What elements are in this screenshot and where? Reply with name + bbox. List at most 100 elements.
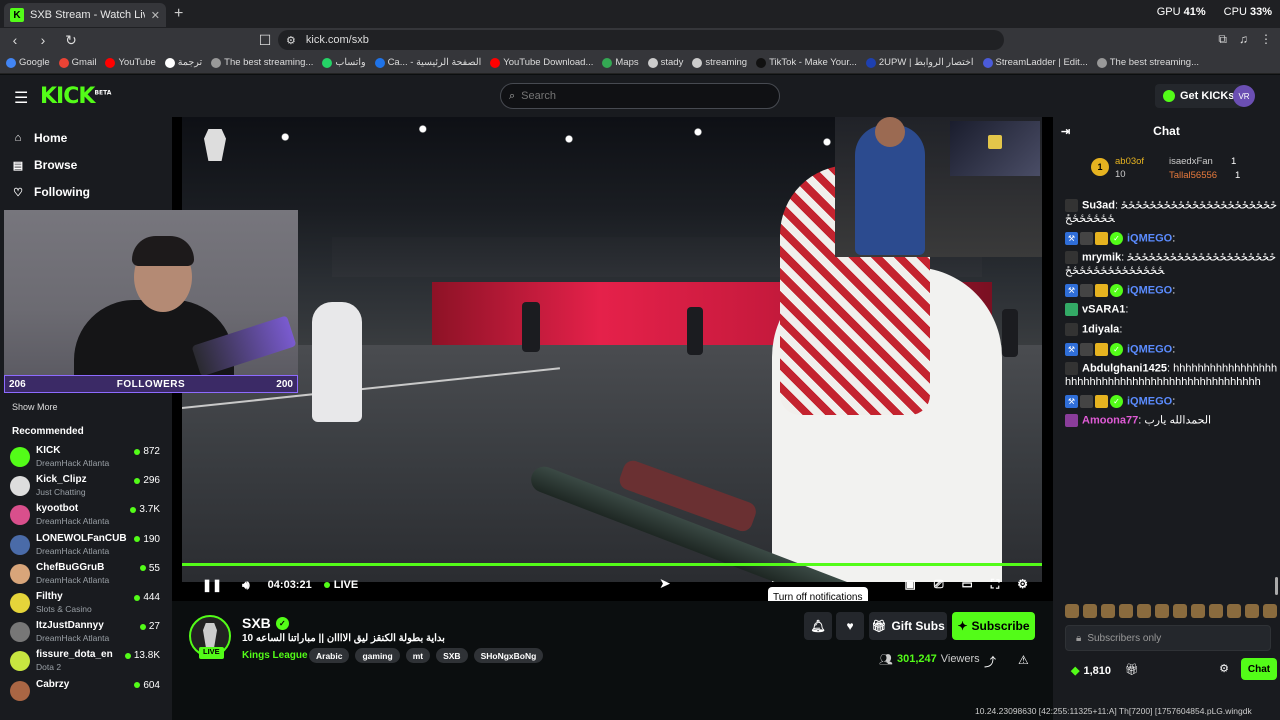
stream-video-frame[interactable] [182,117,1042,582]
chat-send-button[interactable]: Chat [1241,658,1277,680]
close-tab-icon[interactable]: ✕ [151,9,160,22]
clip-icon[interactable]: ⎚ [934,577,944,592]
emote-icon[interactable] [1245,604,1259,618]
gift-subs-button[interactable]: 🎁︎ Gift Subs [869,612,947,640]
recommended-channel[interactable]: fissure_dota_en Dota 2 13.8K [10,649,162,677]
get-kicks-button[interactable]: Get KICKs [1155,84,1243,108]
back-icon[interactable]: ‹ [8,32,22,48]
emote-icon[interactable] [1083,604,1097,618]
recommended-channel[interactable]: Kick_Clipz Just Chatting 296 [10,474,162,502]
channel-name[interactable]: SXB [242,615,271,631]
user-avatar[interactable]: VR [1233,85,1255,107]
emote-icon[interactable] [1173,604,1187,618]
site-info-icon[interactable]: ⚙ [286,34,296,47]
media-icon[interactable]: ♫ [1239,32,1248,47]
chat-messages[interactable]: Su3ad: ځځځځځځځځځځځځځځځځځځځځځځځځځځځځځ ⚒ ✓ iQ… [1053,199,1280,619]
top-gifter-name[interactable]: ab03of [1115,156,1144,167]
fullscreen-icon[interactable]: ⛶ [991,577,999,592]
sidebar-item-browse[interactable]: ▤ Browse [12,158,78,172]
bookmark-item[interactable]: 2UPW | اختصار الروابط [865,57,974,68]
bookmark-item[interactable]: Maps [602,57,639,68]
reload-icon[interactable]: ↻ [64,32,78,49]
search-box[interactable]: ⌕ [500,83,780,109]
stream-tag[interactable]: mt [405,648,431,663]
bookmark-icon[interactable]: ☐ [258,32,272,49]
emote-icon[interactable] [1191,604,1205,618]
stream-category[interactable]: Kings League [242,650,308,661]
gifter-3-name[interactable]: Tallal56556 [1169,170,1217,181]
chat-username[interactable]: Amoona77 [1082,415,1138,427]
kick-logo[interactable]: KICKBETA [40,84,111,109]
bookmark-item[interactable]: The best streaming... [211,57,313,68]
video-player[interactable]: ❚❚ 🔊︎ 04:03:21 LIVE ▣ ⎚ ▭ ⛶ ⚙ [172,117,1053,601]
chat-username[interactable]: iQMEGO [1127,232,1172,244]
search-input[interactable] [521,90,742,102]
follow-heart-button[interactable]: ♥ [836,612,864,640]
volume-icon[interactable]: 🔊︎ [242,578,250,593]
notification-bell-button[interactable]: 🔔︎ [804,612,832,640]
subscribe-button[interactable]: ✦ Subscribe [952,612,1035,640]
emote-icon[interactable] [1101,604,1115,618]
recommended-channel[interactable]: LONEWOLFanCUB DreamHack Atlanta 190 [10,533,162,561]
bookmark-item[interactable]: YouTube [105,57,156,68]
chat-username[interactable]: Abdulghani1425 [1082,363,1167,375]
stream-tag[interactable]: SHoNgxBoNg [473,648,544,663]
bookmark-item[interactable]: واتساب [322,57,366,68]
chat-username[interactable]: Su3ad [1082,200,1115,212]
chat-settings-icon[interactable]: ⚙ [1219,662,1229,675]
stream-tag[interactable]: Arabic [309,648,350,663]
chat-username[interactable]: vSARA1 [1082,304,1125,316]
emote-icon[interactable] [1263,604,1277,618]
chat-username[interactable]: iQMEGO [1127,343,1172,355]
recommended-channel[interactable]: Filthy Slots & Casino 444 [10,591,162,619]
collapse-chat-icon[interactable]: ⇥ [1061,125,1070,138]
forward-icon[interactable]: › [36,32,50,48]
chat-username[interactable]: 1diyala [1082,324,1119,336]
emote-icon[interactable] [1209,604,1223,618]
gift-icon[interactable]: 🎁︎ [1125,663,1139,676]
recommended-channel[interactable]: ChefBuGGruB DreamHack Atlanta 55 [10,562,162,590]
recommended-channel[interactable]: Cabrzy 604 [10,679,162,707]
channel-points[interactable]: ◆ 1,810 [1071,664,1111,678]
chat-username[interactable]: iQMEGO [1127,284,1172,296]
bookmark-item[interactable]: YouTube Download... [490,57,593,68]
report-icon[interactable]: ⚠ [1018,653,1029,670]
chat-username[interactable]: iQMEGO [1127,395,1172,407]
bookmark-item[interactable]: stady [647,57,683,68]
menu-icon[interactable]: ⋮ [1260,32,1272,47]
extensions-icon[interactable]: ⧉ [1218,32,1227,47]
sidebar-item-following[interactable]: ♡ Following [12,185,90,199]
show-more-link[interactable]: Show More [12,402,58,412]
address-bar[interactable]: ⚙ kick.com/sxb [278,30,1004,50]
stream-tag[interactable]: gaming [355,648,400,663]
emote-icon[interactable] [1119,604,1133,618]
chat-username[interactable]: mrymik [1082,252,1121,264]
bookmark-item[interactable]: Ca... - الصفحة الرئيسية [374,57,481,68]
recommended-channel[interactable]: kyootbot DreamHack Atlanta 3.7K [10,503,162,531]
gifter-2-name[interactable]: isaedxFan [1169,156,1213,167]
bookmark-item[interactable]: TikTok - Make Your... [756,57,857,68]
chat-input[interactable]: 🔒︎ Subscribers only [1065,625,1271,651]
chat-scrollbar[interactable] [1275,577,1278,595]
bookmark-item[interactable]: streaming [692,57,747,68]
bookmark-item[interactable]: Gmail [58,57,96,68]
emote-icon[interactable] [1065,604,1079,618]
emote-icon[interactable] [1227,604,1241,618]
browser-tab[interactable]: K SXB Stream - Watch Live on K ✕ [4,3,166,27]
recommended-channel[interactable]: ItzJustDannyy DreamHack Atlanta 27 [10,620,162,648]
live-progress-bar[interactable] [182,563,1042,566]
hamburger-menu-icon[interactable]: ☰ [14,88,28,108]
sidebar-item-home[interactable]: ⌂ Home [12,131,68,145]
bookmark-item[interactable]: ترجمة [164,57,202,68]
recommended-channel[interactable]: KICK DreamHack Atlanta 872 [10,445,162,473]
emote-icon[interactable] [1155,604,1169,618]
share-icon[interactable]: ⤴ [984,653,996,670]
emote-icon[interactable] [1137,604,1151,618]
stream-tag[interactable]: SXB [436,648,468,663]
settings-gear-icon[interactable]: ⚙ [1017,577,1028,592]
bookmark-item[interactable]: Google [6,57,50,68]
bookmark-item[interactable]: StreamLadder | Edit... [982,57,1088,68]
pause-icon[interactable]: ❚❚ [202,578,222,592]
theater-mode-icon[interactable]: ▭ [961,577,972,592]
new-tab-icon[interactable]: + [174,5,183,23]
